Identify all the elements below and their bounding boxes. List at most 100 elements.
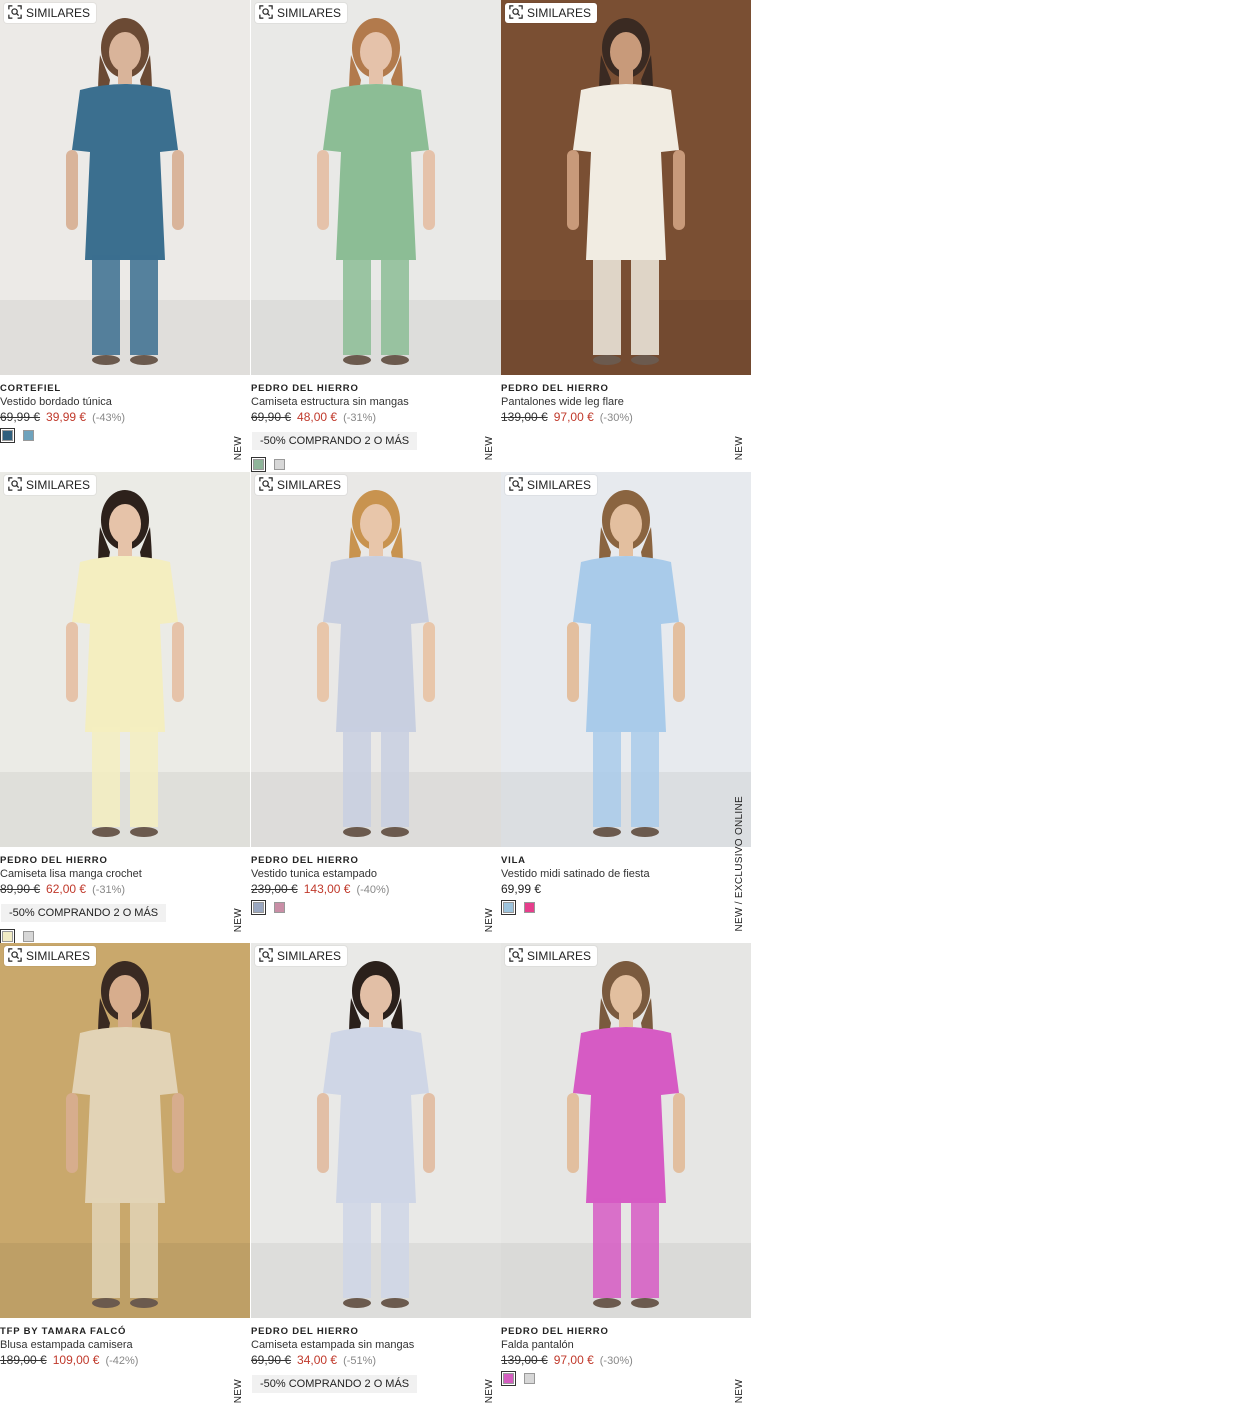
- discount-percent: (-42%): [105, 1355, 139, 1367]
- similar-label: SIMILARES: [26, 6, 91, 20]
- product-brand: PEDRO DEL HIERRO: [501, 383, 609, 394]
- product-card[interactable]: SIMILARES NEW PEDRO DEL HIERRO Camiseta …: [0, 472, 250, 944]
- similar-button[interactable]: SIMILARES: [255, 475, 348, 495]
- sale-price: 48,00 €: [297, 410, 338, 424]
- sale-price: 97,00 €: [553, 410, 594, 424]
- product-photo[interactable]: [501, 0, 751, 375]
- new-tag: NEW: [233, 435, 244, 460]
- discount-percent: (-51%): [343, 1355, 377, 1367]
- similar-button[interactable]: SIMILARES: [505, 946, 598, 966]
- original-price: 69,90 €: [251, 1353, 292, 1367]
- similar-button[interactable]: SIMILARES: [255, 946, 348, 966]
- similar-button[interactable]: SIMILARES: [4, 946, 97, 966]
- product-card[interactable]: SIMILARES NEW PEDRO DEL HIERRO Camiseta …: [251, 0, 501, 472]
- product-info: PEDRO DEL HIERRO Pantalones wide leg fla…: [501, 382, 751, 426]
- product-name[interactable]: Camiseta estructura sin mangas: [251, 395, 501, 409]
- product-card[interactable]: SIMILARES NEW PEDRO DEL HIERRO Camiseta …: [251, 943, 501, 1413]
- product-info: PEDRO DEL HIERRO Camiseta estampada sin …: [251, 1325, 501, 1393]
- original-price: 139,00 €: [501, 410, 548, 424]
- product-brand: PEDRO DEL HIERRO: [501, 1326, 609, 1337]
- product-photo[interactable]: [251, 0, 501, 375]
- similar-button[interactable]: SIMILARES: [505, 3, 598, 23]
- product-name[interactable]: Blusa estampada camisera: [0, 1338, 250, 1352]
- price-row: 69,90 € 48,00 € (-31%): [251, 409, 501, 426]
- price-row: 139,00 € 97,00 € (-30%): [501, 409, 751, 426]
- visual-search-icon: [509, 947, 523, 965]
- promo-badge[interactable]: -50% COMPRANDO 2 O MÁS: [1, 904, 167, 922]
- product-info: PEDRO DEL HIERRO Falda pantalón 139,00 €…: [501, 1325, 751, 1369]
- similar-button[interactable]: SIMILARES: [505, 475, 598, 495]
- product-photo[interactable]: [251, 472, 501, 847]
- visual-search-icon: [8, 476, 22, 494]
- similar-button[interactable]: SIMILARES: [255, 3, 348, 23]
- similar-button[interactable]: SIMILARES: [4, 475, 97, 495]
- sale-price: 34,00 €: [297, 1353, 338, 1367]
- product-name[interactable]: Falda pantalón: [501, 1338, 751, 1352]
- color-swatch[interactable]: [0, 929, 15, 944]
- similar-button[interactable]: SIMILARES: [4, 3, 97, 23]
- product-photo[interactable]: [501, 472, 751, 847]
- similar-label: SIMILARES: [26, 478, 91, 492]
- product-card[interactable]: SIMILARES NEW PEDRO DEL HIERRO Pantalone…: [501, 0, 751, 470]
- product-card[interactable]: SIMILARES NEW PEDRO DEL HIERRO Falda pan…: [501, 943, 751, 1413]
- product-photo[interactable]: [251, 943, 501, 1318]
- product-photo[interactable]: [0, 943, 250, 1318]
- product-name[interactable]: Vestido tunica estampado: [251, 867, 501, 881]
- original-price: 69,99 €: [0, 410, 41, 424]
- color-swatch[interactable]: [501, 900, 516, 915]
- product-brand: PEDRO DEL HIERRO: [0, 855, 108, 866]
- color-swatch[interactable]: [274, 902, 285, 913]
- discount-percent: (-30%): [599, 412, 633, 424]
- similar-label: SIMILARES: [26, 949, 91, 963]
- product-card[interactable]: SIMILARES NEW TFP BY TAMARA FALCÓ Blusa …: [0, 943, 250, 1413]
- color-swatch[interactable]: [501, 1371, 516, 1386]
- product-photo[interactable]: [0, 0, 250, 375]
- similar-label: SIMILARES: [527, 6, 592, 20]
- original-price: 69,90 €: [251, 410, 292, 424]
- visual-search-icon: [509, 4, 523, 22]
- visual-search-icon: [259, 947, 273, 965]
- color-swatch[interactable]: [524, 902, 535, 913]
- original-price: 139,00 €: [501, 1353, 548, 1367]
- color-swatch[interactable]: [0, 428, 15, 443]
- original-price: 189,00 €: [0, 1353, 47, 1367]
- visual-search-icon: [8, 4, 22, 22]
- color-swatch[interactable]: [274, 459, 285, 470]
- price-row: 89,90 € 62,00 € (-31%): [0, 881, 250, 898]
- color-swatch[interactable]: [251, 900, 266, 915]
- discount-percent: (-30%): [599, 1355, 633, 1367]
- similar-label: SIMILARES: [527, 478, 592, 492]
- discount-percent: (-31%): [343, 412, 377, 424]
- product-name[interactable]: Pantalones wide leg flare: [501, 395, 751, 409]
- sale-price: 97,00 €: [553, 1353, 594, 1367]
- product-info: PEDRO DEL HIERRO Camiseta lisa manga cro…: [0, 854, 250, 922]
- product-info: CORTEFIEL Vestido bordado túnica 69,99 €…: [0, 382, 250, 426]
- product-info: TFP BY TAMARA FALCÓ Blusa estampada cami…: [0, 1325, 250, 1369]
- new-tag: NEW: [734, 1378, 745, 1403]
- product-card[interactable]: SIMILARES NEW CORTEFIEL Vestido bordado …: [0, 0, 250, 470]
- color-swatch[interactable]: [23, 931, 34, 942]
- price: 69,99 €: [501, 882, 542, 896]
- product-name[interactable]: Vestido midi satinado de fiesta: [501, 867, 751, 881]
- product-name[interactable]: Vestido bordado túnica: [0, 395, 250, 409]
- similar-label: SIMILARES: [277, 949, 342, 963]
- color-swatch[interactable]: [251, 457, 266, 472]
- product-photo[interactable]: [0, 472, 250, 847]
- color-swatch[interactable]: [23, 430, 34, 441]
- promo-badge[interactable]: -50% COMPRANDO 2 O MÁS: [252, 1375, 418, 1393]
- product-name[interactable]: Camiseta estampada sin mangas: [251, 1338, 501, 1352]
- price-row: 189,00 € 109,00 € (-42%): [0, 1352, 250, 1369]
- product-card[interactable]: SIMILARES NEW / EXCLUSIVO ONLINE VILA Ve…: [501, 472, 751, 942]
- product-photo[interactable]: [501, 943, 751, 1318]
- color-swatch[interactable]: [524, 1373, 535, 1384]
- product-brand: PEDRO DEL HIERRO: [251, 383, 359, 394]
- product-info: PEDRO DEL HIERRO Vestido tunica estampad…: [251, 854, 501, 898]
- visual-search-icon: [8, 947, 22, 965]
- product-brand: PEDRO DEL HIERRO: [251, 855, 359, 866]
- product-name[interactable]: Camiseta lisa manga crochet: [0, 867, 250, 881]
- product-brand: VILA: [501, 855, 526, 866]
- product-brand: TFP BY TAMARA FALCÓ: [0, 1326, 127, 1337]
- product-card[interactable]: SIMILARES NEW PEDRO DEL HIERRO Vestido t…: [251, 472, 501, 942]
- promo-badge[interactable]: -50% COMPRANDO 2 O MÁS: [252, 432, 418, 450]
- sale-price: 39,99 €: [46, 410, 87, 424]
